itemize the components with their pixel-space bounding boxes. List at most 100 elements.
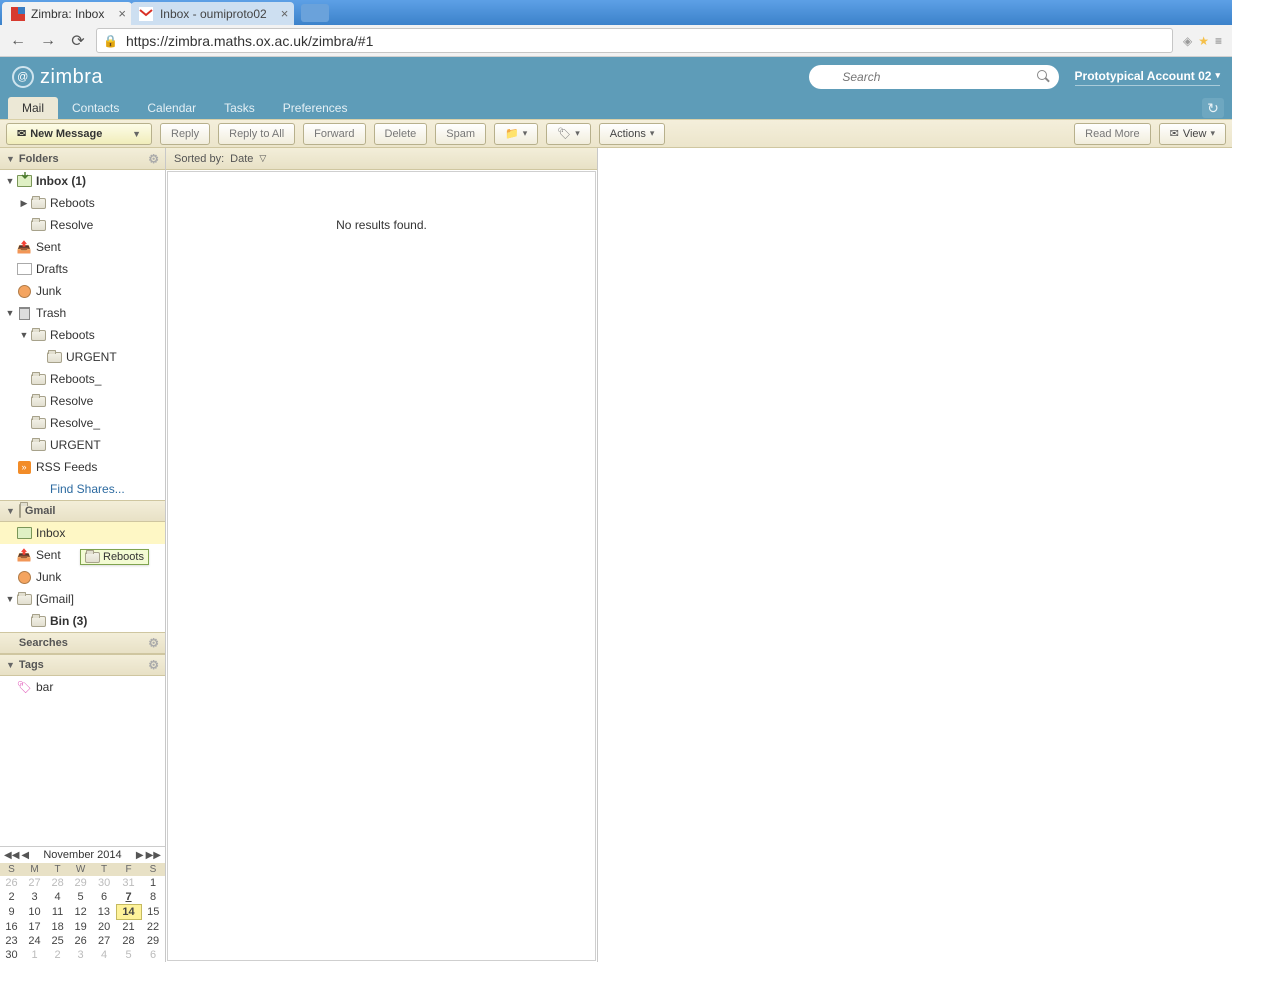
address-bar[interactable]: 🔒 (96, 28, 1173, 53)
folder-trash-resolve2[interactable]: Resolve_ (0, 412, 165, 434)
folder-drafts[interactable]: Drafts (0, 258, 165, 280)
search-icon[interactable] (1037, 70, 1051, 84)
cal-day[interactable]: 1 (141, 876, 165, 890)
gear-icon[interactable]: ⚙ (148, 658, 159, 672)
zimbra-logo[interactable]: @ zimbra (12, 66, 103, 89)
cal-day[interactable]: 30 (0, 948, 23, 962)
extension-icon[interactable]: ◈ (1183, 34, 1192, 48)
cal-day[interactable]: 5 (116, 948, 141, 962)
cal-day[interactable]: 25 (46, 934, 69, 948)
cal-day[interactable]: 17 (23, 920, 46, 935)
read-more-button[interactable]: Read More (1074, 123, 1150, 145)
tag-menu[interactable]: 🏷▾ (546, 123, 591, 145)
folder-rss[interactable]: »RSS Feeds (0, 456, 165, 478)
cal-day[interactable]: 12 (69, 905, 92, 920)
cal-day[interactable]: 8 (141, 890, 165, 905)
folders-header[interactable]: ▼ Folders ⚙ (0, 148, 165, 170)
account-menu[interactable]: Prototypical Account 02 ▾ (1075, 69, 1220, 86)
cal-day[interactable]: 1 (23, 948, 46, 962)
tags-header[interactable]: ▼ Tags ⚙ (0, 654, 165, 676)
searches-header[interactable]: ▼ Searches ⚙ (0, 632, 165, 654)
cal-prev-month[interactable]: ◀ (21, 850, 29, 861)
cal-day[interactable]: 28 (116, 934, 141, 948)
cal-day[interactable]: 6 (141, 948, 165, 962)
cal-day[interactable]: 29 (141, 934, 165, 948)
reload-button[interactable]: ⟳ (66, 29, 90, 53)
cal-day[interactable]: 21 (116, 920, 141, 935)
cal-day[interactable]: 23 (0, 934, 23, 948)
chevron-down-icon[interactable]: ▼ (132, 129, 141, 139)
global-search[interactable]: ✉ ▾ (809, 65, 1059, 89)
cal-day[interactable]: 15 (141, 905, 165, 920)
cal-day[interactable]: 16 (0, 920, 23, 935)
folder-trash-reboots2[interactable]: Reboots_ (0, 368, 165, 390)
folder-gmail-junk[interactable]: Junk (0, 566, 165, 588)
cal-day[interactable]: 22 (141, 920, 165, 935)
find-shares-link[interactable]: Find Shares... (0, 478, 165, 500)
refresh-button[interactable]: ↻ (1202, 98, 1224, 118)
browser-tab-zimbra[interactable]: Zimbra: Inbox × (2, 2, 132, 25)
folder-trash-urgent2[interactable]: URGENT (0, 434, 165, 456)
cal-day[interactable]: 4 (92, 948, 116, 962)
gear-icon[interactable]: ⚙ (148, 636, 159, 650)
forward-button[interactable]: → (36, 29, 60, 53)
tab-calendar[interactable]: Calendar (133, 97, 210, 119)
folder-trash-reboots[interactable]: ▼Reboots (0, 324, 165, 346)
folder-trash-urgent[interactable]: URGENT (0, 346, 165, 368)
cal-day[interactable]: 29 (69, 876, 92, 890)
tab-contacts[interactable]: Contacts (58, 97, 133, 119)
cal-day[interactable]: 18 (46, 920, 69, 935)
folder-reboots[interactable]: ▶Reboots (0, 192, 165, 214)
chrome-menu-icon[interactable]: ≡ (1215, 34, 1222, 48)
gear-icon[interactable]: ⚙ (148, 152, 159, 166)
tab-tasks[interactable]: Tasks (210, 97, 269, 119)
cal-day[interactable]: 2 (46, 948, 69, 962)
mail-scope-icon[interactable]: ✉ ▾ (817, 71, 835, 84)
cal-day[interactable]: 5 (69, 890, 92, 905)
spam-button[interactable]: Spam (435, 123, 486, 145)
move-menu[interactable]: 📁▾ (494, 123, 538, 145)
calendar-title[interactable]: November 2014 (43, 849, 121, 861)
cal-day[interactable]: 27 (23, 876, 46, 890)
search-input[interactable] (840, 69, 1030, 85)
browser-tab-gmail[interactable]: Inbox - oumiproto02 × (131, 2, 294, 25)
close-icon[interactable]: × (118, 6, 126, 21)
cal-day[interactable]: 27 (92, 934, 116, 948)
bookmark-star-icon[interactable]: ★ (1198, 34, 1209, 48)
cal-day[interactable]: 30 (92, 876, 116, 890)
cal-day[interactable]: 13 (92, 905, 116, 920)
calendar-grid[interactable]: SMTWTFS 26272829303112345678910111213141… (0, 863, 165, 962)
folder-trash-resolve[interactable]: Resolve (0, 390, 165, 412)
cal-prev-year[interactable]: ◀◀ (4, 850, 19, 861)
new-tab-button[interactable] (301, 4, 329, 22)
cal-day[interactable]: 6 (92, 890, 116, 905)
delete-button[interactable]: Delete (374, 123, 428, 145)
folder-inbox[interactable]: ▼Inbox (1) (0, 170, 165, 192)
reply-button[interactable]: Reply (160, 123, 210, 145)
new-message-button[interactable]: ✉ New Message ▼ (6, 123, 152, 145)
cal-day[interactable]: 10 (23, 905, 46, 920)
folder-gmail-bin[interactable]: Bin (3) (0, 610, 165, 632)
cal-day[interactable]: 4 (46, 890, 69, 905)
folder-junk[interactable]: Junk (0, 280, 165, 302)
actions-menu[interactable]: Actions ▾ (599, 123, 666, 145)
forward-button[interactable]: Forward (303, 123, 365, 145)
close-icon[interactable]: × (281, 6, 289, 21)
folder-sent[interactable]: 📤Sent (0, 236, 165, 258)
folder-resolve[interactable]: Resolve (0, 214, 165, 236)
folder-gmail-inbox[interactable]: Inbox (0, 522, 165, 544)
cal-day[interactable]: 26 (69, 934, 92, 948)
sort-header[interactable]: Sorted by: Date ▽ (166, 148, 597, 170)
tab-mail[interactable]: Mail (8, 97, 58, 119)
cal-day[interactable]: 31 (116, 876, 141, 890)
cal-day[interactable]: 24 (23, 934, 46, 948)
cal-day[interactable]: 2 (0, 890, 23, 905)
cal-next-year[interactable]: ▶▶ (146, 850, 161, 861)
back-button[interactable]: ← (6, 29, 30, 53)
cal-day[interactable]: 26 (0, 876, 23, 890)
view-menu[interactable]: ✉ View ▾ (1159, 123, 1226, 145)
cal-day[interactable]: 11 (46, 905, 69, 920)
cal-day[interactable]: 3 (23, 890, 46, 905)
cal-day[interactable]: 3 (69, 948, 92, 962)
cal-day[interactable]: 20 (92, 920, 116, 935)
